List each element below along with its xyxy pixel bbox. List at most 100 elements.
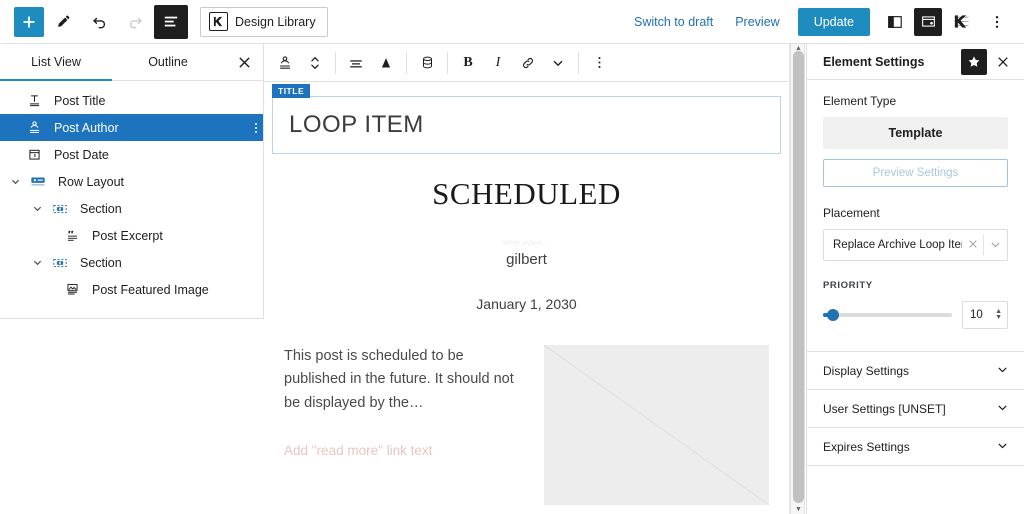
sidebar-toggle-icon[interactable]: [878, 5, 912, 39]
placement-select[interactable]: Replace Archive Loop Item...: [823, 229, 1008, 261]
undo-button[interactable]: [82, 5, 116, 39]
chevron-down-icon[interactable]: [997, 440, 1008, 453]
preview-post-author[interactable]: gilbert: [274, 251, 779, 268]
list-item-post-title[interactable]: Post Title: [0, 87, 263, 114]
list-view-toggle-button[interactable]: [154, 4, 188, 39]
priority-slider[interactable]: [823, 309, 952, 321]
accordion-label: Expires Settings: [823, 439, 910, 454]
title-badge: TITLE: [272, 84, 311, 98]
align-text-icon[interactable]: [341, 48, 371, 78]
typography-icon[interactable]: [371, 48, 401, 78]
chevron-down-icon[interactable]: [4, 177, 26, 186]
preview-button[interactable]: Preview: [725, 15, 789, 29]
list-item-section-1[interactable]: Section: [0, 195, 263, 222]
priority-stepper[interactable]: ▲ ▼: [995, 308, 1007, 321]
update-button[interactable]: Update: [797, 7, 870, 36]
chevron-down-icon[interactable]: [543, 48, 573, 78]
list-item-options-icon[interactable]: [255, 122, 257, 133]
accordion-display-settings[interactable]: Display Settings: [807, 352, 1024, 390]
list-item-post-date[interactable]: Post Date: [0, 141, 263, 168]
sidebar-body: Element Type Template Preview Settings P…: [807, 80, 1024, 329]
close-sidebar-icon[interactable]: [990, 49, 1016, 75]
priority-value: 10: [970, 309, 983, 321]
close-list-view-icon[interactable]: [225, 44, 263, 80]
sidebar-title: Element Settings: [823, 54, 925, 69]
accordion-expires-settings[interactable]: Expires Settings: [807, 428, 1024, 466]
editor-top-bar: Design Library Switch to draft Preview U…: [0, 0, 1024, 44]
add-block-button[interactable]: [14, 6, 44, 37]
list-item-post-author[interactable]: Post Author: [0, 114, 263, 141]
section-icon: [48, 201, 72, 217]
chevron-down-icon[interactable]: [997, 364, 1008, 377]
editor-scrollbar[interactable]: ▲ ▼: [790, 44, 805, 514]
title-input[interactable]: LOOP ITEM: [272, 96, 781, 154]
priority-section: PRIORITY 10 ▲ ▼: [823, 280, 1008, 329]
scrollbar-thumb[interactable]: [793, 51, 804, 503]
design-library-button[interactable]: Design Library: [200, 6, 328, 37]
sidebar-header: Element Settings: [807, 44, 1024, 80]
switch-to-draft-button[interactable]: Switch to draft: [624, 15, 723, 29]
list-item-post-excerpt[interactable]: Post Excerpt: [0, 222, 263, 249]
star-icon[interactable]: [961, 48, 987, 75]
slider-knob[interactable]: [827, 309, 840, 321]
accordion-label: Display Settings: [823, 363, 910, 378]
list-item-label: Section: [80, 201, 122, 216]
editor-canvas: B I TITLE LOOP ITEM SCHEDULED Write byli…: [264, 44, 790, 514]
tab-list-view[interactable]: List View: [0, 44, 112, 81]
top-bar-right-tools: Switch to draft Preview Update: [624, 5, 1024, 39]
list-item-row-layout[interactable]: Row Layout: [0, 168, 263, 195]
title-block-wrapper: TITLE LOOP ITEM: [272, 84, 781, 154]
clear-icon[interactable]: [962, 238, 983, 252]
block-list: Post Title Post Author Post Date Row Lay…: [0, 81, 263, 303]
list-item-section-2[interactable]: Section: [0, 249, 263, 276]
post-title-icon: [22, 93, 46, 108]
chevron-down-icon[interactable]: [997, 402, 1008, 415]
scroll-down-icon[interactable]: ▼: [791, 505, 806, 514]
byline-placeholder[interactable]: Write byline…: [274, 238, 779, 247]
chevron-down-icon[interactable]: [984, 239, 1007, 252]
bold-button[interactable]: B: [453, 48, 483, 78]
featured-image-placeholder[interactable]: [544, 345, 769, 505]
preview-post-date[interactable]: January 1, 2030: [274, 296, 779, 312]
list-item-label: Section: [80, 255, 122, 270]
redo-button[interactable]: [118, 5, 152, 39]
post-featured-image-icon: [60, 282, 84, 297]
tab-outline[interactable]: Outline: [112, 44, 224, 80]
placement-section: Placement Replace Archive Loop Item...: [823, 206, 1008, 261]
preview-post-excerpt[interactable]: This post is scheduled to be published i…: [284, 345, 524, 415]
priority-number-input[interactable]: 10 ▲ ▼: [962, 301, 1008, 329]
dynamic-content-icon[interactable]: [412, 48, 442, 78]
list-item-label: Post Author: [54, 120, 119, 135]
list-item-label: Post Title: [54, 93, 106, 108]
list-item-label: Post Date: [54, 147, 109, 162]
top-bar-left-tools: Design Library: [0, 4, 328, 39]
move-up-down-icon[interactable]: [300, 48, 330, 78]
link-icon[interactable]: [513, 48, 543, 78]
element-type-label: Element Type: [823, 94, 897, 108]
section-icon: [48, 255, 72, 271]
block-type-post-author-icon[interactable]: [270, 48, 300, 78]
stepper-down-icon[interactable]: ▼: [995, 314, 1002, 321]
placement-value: Replace Archive Loop Item...: [833, 239, 962, 251]
section-featured-image: [544, 345, 769, 505]
preview-settings-button[interactable]: Preview Settings: [823, 159, 1008, 187]
read-more-placeholder[interactable]: Add "read more" link text: [284, 443, 524, 458]
element-type-value[interactable]: Template: [823, 117, 1008, 149]
more-options-icon[interactable]: [980, 5, 1014, 39]
preview-post-title: SCHEDULED: [432, 176, 621, 211]
post-excerpt-icon: [60, 228, 84, 243]
chevron-down-icon[interactable]: [26, 204, 48, 213]
placement-label: Placement: [823, 206, 880, 220]
chevron-down-icon[interactable]: [26, 258, 48, 267]
settings-panel-icon[interactable]: [914, 7, 942, 36]
list-view-tabs: List View Outline: [0, 44, 263, 81]
italic-button[interactable]: I: [483, 48, 513, 78]
kadence-blocks-icon[interactable]: [944, 5, 978, 39]
edit-tool-button[interactable]: [46, 5, 80, 39]
row-layout-icon: [26, 174, 50, 190]
toolbar-divider: [335, 51, 336, 74]
list-item-post-featured-image[interactable]: Post Featured Image: [0, 276, 263, 303]
block-options-icon[interactable]: [584, 48, 614, 78]
accordion-user-settings[interactable]: User Settings [UNSET]: [807, 390, 1024, 428]
priority-control: 10 ▲ ▼: [823, 301, 1008, 329]
